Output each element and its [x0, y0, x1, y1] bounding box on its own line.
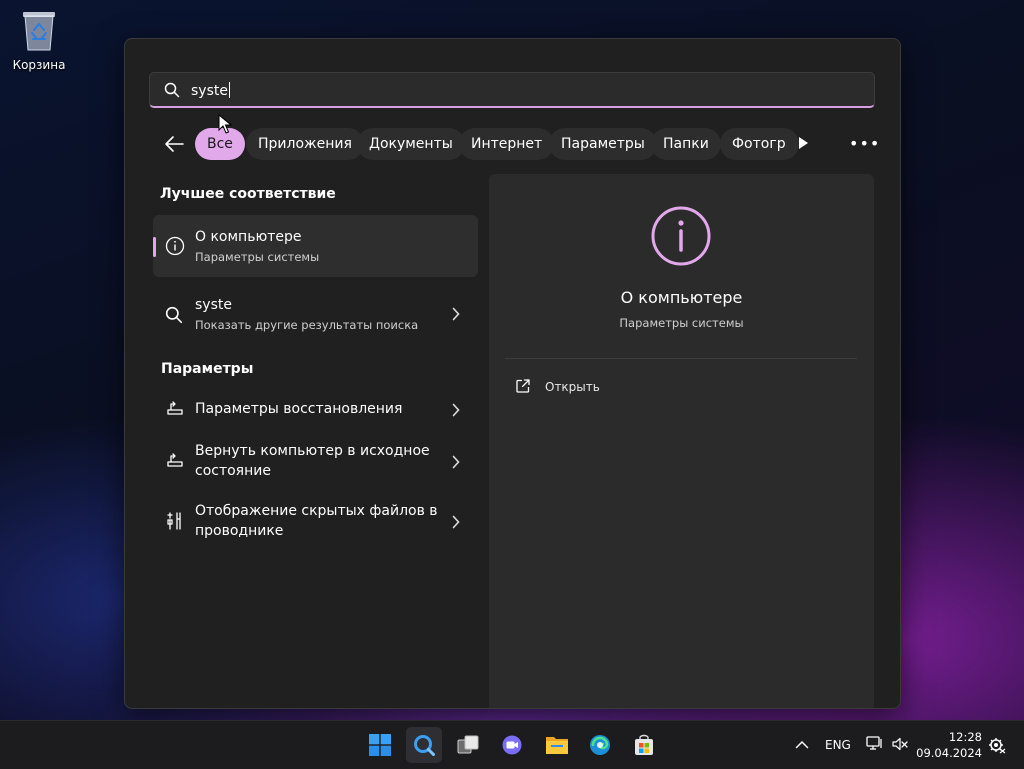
taskbar-edge[interactable] [582, 727, 618, 763]
chevron-right-icon [452, 515, 460, 529]
filter-chip-web[interactable]: Интернет [459, 128, 555, 160]
preview-pane: О компьютере Параметры системы Открыть [489, 174, 874, 708]
best-match-subtitle: Параметры системы [195, 250, 320, 264]
preview-title: О компьютере [620, 288, 743, 307]
open-external-icon [516, 379, 530, 393]
filter-chip-documents[interactable]: Документы [357, 128, 465, 160]
filter-chip-apps[interactable]: Приложения [246, 128, 364, 160]
desktop-icon-recycle-bin[interactable]: Корзина [10, 8, 68, 72]
filter-chip-settings[interactable]: Параметры [549, 128, 657, 160]
settings-item-label: Параметры восстановления [195, 401, 403, 417]
search-query: syste [191, 82, 230, 99]
recovery-icon [167, 401, 183, 415]
info-icon [651, 206, 711, 266]
chevron-right-icon [452, 307, 460, 321]
settings-item-label-line1: Вернуть компьютер в исходное [195, 443, 430, 459]
filter-chip-folders[interactable]: Папки [651, 128, 721, 160]
settings-heading: Параметры [161, 361, 254, 377]
edge-icon [590, 735, 610, 755]
notifications-gear-icon[interactable] [988, 736, 1006, 754]
web-search-result[interactable]: syste Показать другие результаты поиска [153, 293, 478, 337]
mouse-cursor-icon [218, 114, 232, 134]
search-icon [414, 735, 435, 756]
search-icon [164, 82, 180, 98]
settings-item-label-line1: Отображение скрытых файлов в [195, 503, 438, 519]
open-label: Открыть [545, 380, 600, 394]
clock-time: 12:28 [948, 730, 982, 744]
taskbar-chat[interactable] [494, 727, 530, 763]
start-icon [369, 734, 391, 756]
best-match-heading: Лучшее соответствие [160, 186, 336, 202]
scroll-right-icon[interactable] [797, 136, 809, 150]
open-action[interactable]: Открыть [515, 378, 600, 398]
search-input[interactable]: syste [149, 72, 875, 108]
task-view-icon [457, 735, 479, 754]
web-result-title: syste [195, 297, 232, 313]
network-icon[interactable] [866, 736, 884, 752]
web-result-subtitle: Показать другие результаты поиска [195, 318, 419, 332]
taskbar-task-view[interactable] [450, 727, 486, 763]
settings-item-hidden-files[interactable]: Отображение скрытых файлов в проводнике [153, 501, 478, 545]
best-match-title: О компьютере [195, 229, 302, 245]
filter-chip-photos[interactable]: Фотогр [720, 128, 799, 160]
taskbar-store[interactable] [626, 727, 662, 763]
store-icon [635, 734, 653, 755]
settings-item-label-line2: состояние [195, 463, 271, 479]
recycle-bin-icon [20, 8, 58, 52]
taskbar: ENG 12:28 09.04.2024 [0, 720, 1024, 769]
preview-divider [505, 358, 857, 359]
developer-tools-icon [167, 512, 181, 530]
chevron-up-icon[interactable] [795, 740, 809, 749]
settings-item-reset-pc[interactable]: Вернуть компьютер в исходное состояние [153, 441, 478, 485]
more-options-icon[interactable]: ••• [849, 134, 880, 153]
clock-date: 09.04.2024 [916, 746, 982, 760]
language-indicator[interactable]: ENG [825, 738, 851, 752]
teams-chat-icon [502, 735, 522, 755]
best-match-item[interactable]: О компьютере Параметры системы [153, 215, 478, 277]
recycle-bin-label: Корзина [12, 58, 66, 72]
search-panel: syste Все Приложения Документы Интернет … [124, 38, 901, 709]
chevron-right-icon [452, 455, 460, 469]
taskbar-file-explorer[interactable] [538, 727, 574, 763]
settings-item-label-line2: проводнике [195, 523, 284, 539]
filter-bar: Все Приложения Документы Интернет Параме… [161, 128, 879, 160]
clock[interactable]: 12:28 09.04.2024 [914, 729, 982, 761]
settings-item-recovery[interactable]: Параметры восстановления [153, 395, 478, 423]
selection-indicator [153, 237, 156, 257]
back-arrow-icon[interactable] [163, 134, 185, 154]
info-icon [165, 236, 185, 256]
volume-muted-icon[interactable] [891, 736, 909, 752]
taskbar-search[interactable] [406, 727, 442, 763]
preview-subtitle: Параметры системы [619, 316, 744, 330]
chevron-right-icon [452, 403, 460, 417]
taskbar-start[interactable] [362, 727, 398, 763]
search-icon [165, 306, 183, 324]
reset-pc-icon [167, 453, 183, 467]
file-explorer-icon [546, 737, 568, 754]
